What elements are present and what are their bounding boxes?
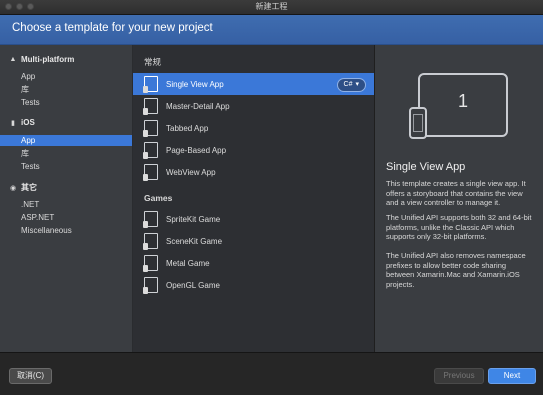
template-detail-panel: 1 Single View App This template creates … bbox=[375, 45, 543, 352]
group-title-general: 常规 bbox=[144, 57, 162, 67]
template-icon bbox=[143, 277, 158, 294]
sidebar-item-ios-app[interactable]: App bbox=[0, 135, 132, 146]
template-label: Metal Game bbox=[166, 258, 210, 268]
phone-preview-icon bbox=[409, 107, 427, 139]
template-label: Single View App bbox=[166, 79, 224, 89]
template-opengl-game[interactable]: OpenGL Game bbox=[133, 274, 374, 296]
template-icon bbox=[143, 142, 158, 159]
language-label: C# bbox=[343, 81, 353, 88]
dialog-header: Choose a template for your new project bbox=[0, 15, 543, 45]
category-ios: ▮ iOS bbox=[9, 118, 35, 127]
detail-namespace-note: The Unified API also removes namespace p… bbox=[386, 251, 526, 289]
zoom-window-icon[interactable] bbox=[27, 3, 34, 10]
template-icon bbox=[143, 211, 158, 228]
detail-unified-api-note: The Unified API supports both 32 and 64-… bbox=[386, 213, 532, 241]
new-project-window: 新建工程 Choose a template for your new proj… bbox=[0, 0, 543, 395]
template-icon bbox=[143, 255, 158, 272]
minimize-window-icon[interactable] bbox=[16, 3, 23, 10]
template-label: WebView App bbox=[166, 167, 216, 177]
tablet-preview-icon: 1 bbox=[418, 73, 508, 137]
window-title: 新建工程 bbox=[255, 2, 288, 11]
category-other: ◉ 其它 bbox=[9, 182, 37, 193]
template-icon bbox=[143, 164, 158, 181]
sidebar-item-miscellaneous[interactable]: Miscellaneous bbox=[0, 225, 132, 236]
ios-device-icon: ▮ bbox=[11, 119, 15, 127]
template-label: SpriteKit Game bbox=[166, 214, 221, 224]
dialog-footer: 取消(C) Previous Next bbox=[0, 352, 543, 395]
language-selector[interactable]: C# ▾ bbox=[336, 78, 366, 92]
category-label: iOS bbox=[21, 118, 35, 127]
cancel-button[interactable]: 取消(C) bbox=[9, 368, 52, 384]
sidebar-item-dotnet[interactable]: .NET bbox=[0, 199, 132, 210]
template-icon bbox=[143, 98, 158, 115]
page-title: Choose a template for your new project bbox=[12, 22, 213, 34]
category-multi-platform: ▲ Multi-platform bbox=[9, 55, 75, 64]
sidebar-item-ios-tests[interactable]: Tests bbox=[0, 161, 132, 172]
category-label: Multi-platform bbox=[21, 55, 75, 64]
template-icon bbox=[143, 233, 158, 250]
template-label: Tabbed App bbox=[166, 123, 209, 133]
category-sidebar: ▲ Multi-platform App 库 Tests ▮ iOS App 库… bbox=[0, 45, 133, 352]
template-label: Page-Based App bbox=[166, 145, 227, 155]
sidebar-item-ios-library[interactable]: 库 bbox=[0, 148, 132, 159]
group-title-games: Games bbox=[144, 193, 173, 203]
close-window-icon[interactable] bbox=[5, 3, 12, 10]
template-icon bbox=[143, 120, 158, 137]
template-icon bbox=[143, 76, 158, 93]
sidebar-item-multi-tests[interactable]: Tests bbox=[0, 97, 132, 108]
sidebar-item-multi-app[interactable]: App bbox=[0, 71, 132, 82]
template-tabbed-app[interactable]: Tabbed App bbox=[133, 117, 374, 139]
template-page-based-app[interactable]: Page-Based App bbox=[133, 139, 374, 161]
sidebar-item-multi-library[interactable]: 库 bbox=[0, 84, 132, 95]
template-label: OpenGL Game bbox=[166, 280, 220, 290]
preview-number: 1 bbox=[457, 91, 468, 111]
window-controls bbox=[5, 3, 34, 10]
template-spritekit-game[interactable]: SpriteKit Game bbox=[133, 208, 374, 230]
chevron-down-icon: ▾ bbox=[355, 81, 359, 88]
template-label: SceneKit Game bbox=[166, 236, 223, 246]
template-master-detail-app[interactable]: Master-Detail App bbox=[133, 95, 374, 117]
sidebar-item-aspnet[interactable]: ASP.NET bbox=[0, 212, 132, 223]
template-metal-game[interactable]: Metal Game bbox=[133, 252, 374, 274]
multi-platform-icon: ▲ bbox=[9, 56, 17, 63]
detail-description: This template creates a single view app.… bbox=[386, 179, 526, 207]
other-globe-icon: ◉ bbox=[9, 184, 17, 192]
template-label: Master-Detail App bbox=[166, 101, 230, 111]
title-bar: 新建工程 bbox=[0, 0, 543, 15]
next-button[interactable]: Next bbox=[488, 368, 536, 384]
template-scenekit-game[interactable]: SceneKit Game bbox=[133, 230, 374, 252]
previous-button[interactable]: Previous bbox=[434, 368, 484, 384]
phone-screen bbox=[413, 114, 423, 132]
template-preview: 1 bbox=[409, 73, 509, 153]
category-label: 其它 bbox=[21, 183, 37, 192]
detail-title: Single View App bbox=[386, 161, 466, 173]
template-webview-app[interactable]: WebView App bbox=[133, 161, 374, 183]
template-list: 常规 Single View App C# ▾ Master-Detail Ap… bbox=[133, 45, 374, 352]
template-single-view-app[interactable]: Single View App C# ▾ bbox=[133, 73, 374, 95]
